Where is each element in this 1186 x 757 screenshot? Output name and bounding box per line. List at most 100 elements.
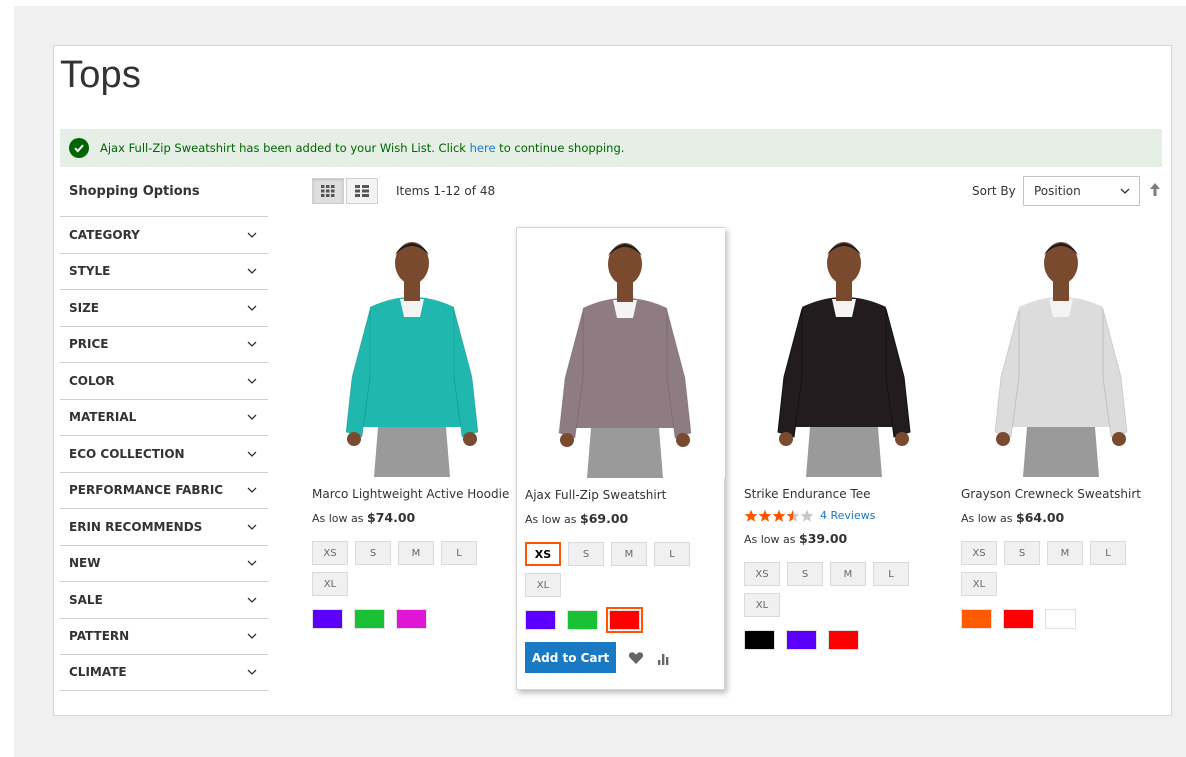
color-swatch[interactable] bbox=[1045, 609, 1076, 629]
list-mode-button[interactable] bbox=[346, 178, 378, 204]
product-item: Strike Endurance Tee 4 Reviews As low as $… bbox=[744, 227, 953, 650]
filter-erin-recommends[interactable]: ERIN RECOMMENDS bbox=[60, 508, 268, 545]
size-swatch[interactable]: XS bbox=[961, 541, 997, 565]
star-empty-icon bbox=[800, 509, 814, 522]
size-swatch[interactable]: XL bbox=[525, 573, 561, 597]
size-swatch[interactable]: L bbox=[873, 562, 909, 586]
product-image[interactable] bbox=[312, 227, 512, 477]
chevron-down-icon bbox=[247, 487, 257, 494]
rating-stars bbox=[744, 509, 814, 522]
color-swatch[interactable] bbox=[606, 607, 643, 633]
filter-climate[interactable]: CLIMATE bbox=[60, 654, 268, 691]
price-box: As low as $64.00 bbox=[961, 510, 1065, 525]
compare-icon[interactable] bbox=[656, 651, 672, 665]
filter-label: MATERIAL bbox=[69, 410, 137, 425]
chevron-down-icon bbox=[247, 341, 257, 348]
product-name-link[interactable]: Ajax Full-Zip Sweatshirt bbox=[525, 488, 724, 502]
chevron-down-icon bbox=[247, 524, 257, 530]
color-swatch[interactable] bbox=[828, 630, 859, 650]
shopping-options-title: Shopping Options bbox=[69, 184, 200, 199]
product-price: $69.00 bbox=[580, 511, 629, 526]
chevron-down-icon bbox=[247, 268, 257, 275]
size-swatch[interactable]: L bbox=[654, 542, 690, 566]
filter-performance-fabric[interactable]: PERFORMANCE FABRIC bbox=[60, 471, 268, 509]
chevron-down-icon bbox=[247, 305, 257, 311]
color-swatch[interactable] bbox=[354, 609, 385, 629]
filter-material[interactable]: MATERIAL bbox=[60, 398, 268, 436]
toolbar-amount: Items 1-12 of 48 bbox=[396, 184, 496, 198]
product-item: Ajax Full-Zip Sweatshirt As low as $69.00… bbox=[516, 227, 725, 690]
chevron-down-icon bbox=[247, 560, 257, 567]
color-swatch[interactable] bbox=[525, 610, 556, 630]
filter-label: PRICE bbox=[69, 337, 109, 352]
size-swatch[interactable]: S bbox=[787, 562, 823, 586]
continue-shopping-link[interactable]: here bbox=[470, 141, 496, 155]
size-swatch[interactable]: S bbox=[568, 542, 604, 566]
color-swatches bbox=[961, 609, 1170, 629]
chevron-down-icon bbox=[247, 232, 257, 238]
filter-new[interactable]: NEW bbox=[60, 544, 268, 582]
filter-label: CATEGORY bbox=[69, 227, 140, 242]
product-image[interactable] bbox=[961, 227, 1161, 477]
size-swatch[interactable]: L bbox=[441, 541, 477, 565]
message-text: Ajax Full-Zip Sweatshirt has been added … bbox=[100, 141, 625, 155]
product-item: Grayson Crewneck Sweatshirt As low as $64… bbox=[961, 227, 1170, 629]
filter-category[interactable]: CATEGORY bbox=[60, 216, 268, 253]
reviews-link[interactable]: 4 Reviews bbox=[820, 509, 875, 522]
filter-pattern[interactable]: PATTERN bbox=[60, 617, 268, 655]
add-to-cart-button[interactable]: Add to Cart bbox=[525, 642, 616, 673]
product-name-link[interactable]: Grayson Crewneck Sweatshirt bbox=[961, 487, 1170, 501]
filter-eco-collection[interactable]: ECO COLLECTION bbox=[60, 435, 268, 472]
sort-by-select[interactable]: Position bbox=[1023, 176, 1140, 206]
size-swatch[interactable]: M bbox=[611, 542, 647, 566]
chevron-down-icon bbox=[247, 378, 257, 384]
star-half-icon bbox=[786, 509, 800, 522]
filter-style[interactable]: STYLE bbox=[60, 252, 268, 290]
color-swatch[interactable] bbox=[567, 610, 598, 630]
filter-price[interactable]: PRICE bbox=[60, 325, 268, 363]
color-swatch[interactable] bbox=[786, 630, 817, 650]
color-swatches bbox=[744, 630, 953, 650]
size-swatch[interactable]: XL bbox=[744, 593, 780, 617]
size-swatch[interactable]: XL bbox=[961, 572, 997, 596]
size-swatch[interactable]: M bbox=[1047, 541, 1083, 565]
size-swatch[interactable]: XL bbox=[312, 572, 348, 596]
chevron-down-icon bbox=[247, 597, 257, 603]
size-swatch[interactable]: XS bbox=[525, 542, 561, 566]
filter-label: ERIN RECOMMENDS bbox=[69, 519, 203, 534]
size-swatch[interactable]: XS bbox=[744, 562, 780, 586]
chevron-down-icon bbox=[247, 633, 257, 640]
chevron-down-icon bbox=[247, 669, 257, 676]
chevron-down-icon bbox=[1120, 188, 1130, 194]
product-item: Marco Lightweight Active Hoodie As low as… bbox=[312, 227, 521, 629]
size-swatch[interactable]: L bbox=[1090, 541, 1126, 565]
product-image[interactable] bbox=[744, 227, 944, 477]
color-swatch[interactable] bbox=[744, 630, 775, 650]
color-swatch[interactable] bbox=[961, 609, 992, 629]
main-content: Tops Ajax Full-Zip Sweatshirt has been a… bbox=[53, 45, 1172, 716]
filter-size[interactable]: SIZE bbox=[60, 289, 268, 326]
sort-direction-icon[interactable] bbox=[1148, 182, 1162, 198]
star-icon bbox=[744, 509, 758, 522]
chevron-down-icon bbox=[247, 414, 257, 421]
filter-color[interactable]: COLOR bbox=[60, 362, 268, 399]
grid-icon bbox=[321, 185, 335, 197]
wishlist-heart-icon[interactable] bbox=[628, 651, 644, 665]
product-image[interactable] bbox=[525, 228, 725, 478]
size-swatch[interactable]: M bbox=[398, 541, 434, 565]
size-swatch[interactable]: S bbox=[1004, 541, 1040, 565]
product-name-link[interactable]: Strike Endurance Tee bbox=[744, 487, 953, 501]
size-swatch[interactable]: XS bbox=[312, 541, 348, 565]
size-swatches: XS S M L XL bbox=[744, 562, 934, 617]
color-swatch[interactable] bbox=[396, 609, 427, 629]
sort-by-value: Position bbox=[1034, 184, 1081, 198]
filter-sale[interactable]: SALE bbox=[60, 581, 268, 618]
color-swatch[interactable] bbox=[312, 609, 343, 629]
size-swatch[interactable]: M bbox=[830, 562, 866, 586]
grid-mode-button[interactable] bbox=[312, 178, 344, 204]
size-swatches: XS S M L XL bbox=[961, 541, 1151, 596]
product-name-link[interactable]: Marco Lightweight Active Hoodie bbox=[312, 487, 521, 501]
check-icon bbox=[69, 138, 89, 158]
size-swatch[interactable]: S bbox=[355, 541, 391, 565]
color-swatch[interactable] bbox=[1003, 609, 1034, 629]
